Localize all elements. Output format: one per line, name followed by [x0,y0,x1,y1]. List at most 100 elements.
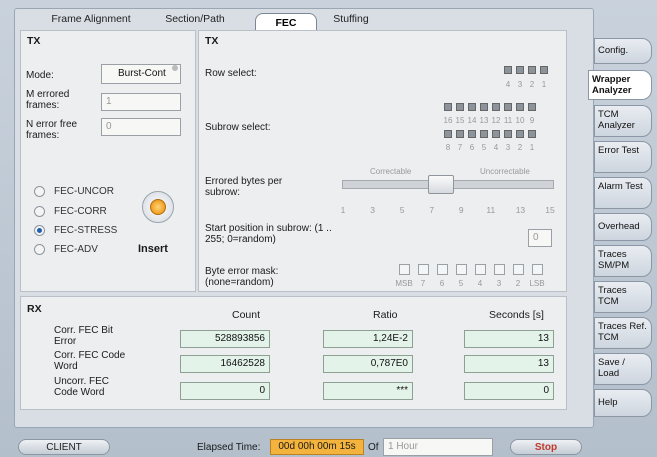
m-errored-input[interactable]: 1 [101,93,181,111]
row-select-label: Row select: [205,68,257,79]
subrow-select-led[interactable] [468,130,476,138]
subrow-select-led[interactable] [504,130,512,138]
subrow-select-led[interactable] [516,130,524,138]
tab-frame-alignment[interactable]: Frame Alignment [36,10,146,28]
slider-tick-label: 13 [515,205,526,215]
mode-label: Mode: [26,70,54,81]
subrow-select-led[interactable] [492,130,500,138]
sidebar-item-alarm-test[interactable]: Alarm Test [594,177,652,209]
tab-stuffing[interactable]: Stuffing [326,10,376,28]
rx-seconds-cell: 13 [464,355,554,373]
subrow-select-led[interactable] [480,130,488,138]
subrow-select-number: 2 [517,143,523,152]
rx-ratio-cell: 0,787E0 [323,355,413,373]
radio-fec-uncor-label: FEC-UNCOR [54,186,114,197]
row-select-number: 2 [529,80,535,89]
rx-ratio-cell: 1,24E-2 [323,330,413,348]
mode-dropdown[interactable]: Burst-Cont [101,64,181,84]
rx-seconds-cell: 13 [464,330,554,348]
subrow-select-led[interactable] [516,103,524,111]
insert-button[interactable] [142,191,174,223]
subrow-select-led[interactable] [528,130,536,138]
slider-tick-label: 15 [545,205,555,215]
byte-error-mask-label: Byte error mask: (none=random) [205,266,279,288]
rx-ratio-cell: *** [323,382,413,400]
row-select-led[interactable] [528,66,536,74]
radio-fec-stress[interactable] [34,225,45,236]
subrow-select-number: 3 [505,143,511,152]
sidebar-item-traces-smpm[interactable]: Traces SM/PM [594,245,652,277]
radio-fec-adv[interactable] [34,244,45,255]
byte-mask-checkbox[interactable] [418,264,429,275]
col-ratio-header: Ratio [373,309,398,321]
uncorrectable-label: Uncorrectable [480,167,530,176]
sidebar-item-traces-tcm[interactable]: Traces TCM [594,281,652,313]
client-button[interactable]: CLIENT [18,439,110,455]
row-select-led[interactable] [516,66,524,74]
subrow-select-led[interactable] [528,103,536,111]
errored-bytes-label: Errored bytes per subrow: [205,176,283,198]
sidebar-item-tcm-analyzer[interactable]: TCM Analyzer [594,105,652,137]
row-select-led[interactable] [540,66,548,74]
subrow-select-number: 10 [515,116,525,125]
duration-field[interactable]: 1 Hour [383,438,493,456]
subrow-select-number: 14 [467,116,477,125]
byte-mask-checkbox[interactable] [475,264,486,275]
rx-row-label: Corr. FEC Bit Error [54,325,113,347]
byte-mask-checkbox[interactable] [437,264,448,275]
rx-title: RX [27,303,42,315]
byte-mask-checkbox[interactable] [494,264,505,275]
radio-fec-corr[interactable] [34,206,45,217]
subrow-select-led[interactable] [456,130,464,138]
subrow-select-led[interactable] [468,103,476,111]
sidebar-item-error-test[interactable]: Error Test [594,141,652,173]
subrow-select-led[interactable] [444,130,452,138]
sidebar-item-save-load[interactable]: Save / Load [594,353,652,385]
subrow-select-number: 15 [455,116,465,125]
subrow-select-number: 4 [493,143,499,152]
subrow-select-led[interactable] [504,103,512,111]
rx-row-label: Uncorr. FEC Code Word [54,376,110,398]
sidebar-item-wrapper-analyzer[interactable]: Wrapper Analyzer [588,70,652,100]
slider-tick-label: 3 [370,205,375,215]
subrow-select-label: Subrow select: [205,122,271,133]
subrow-select-number: 7 [457,143,463,152]
stop-button[interactable]: Stop [510,439,582,455]
row-select-led[interactable] [504,66,512,74]
sidebar-item-help[interactable]: Help [594,389,652,417]
rx-count-cell: 16462528 [180,355,270,373]
tab-section-path[interactable]: Section/Path [150,10,240,28]
dropdown-indicator-icon [172,65,178,71]
subrow-select-number: 8 [445,143,451,152]
sidebar-item-traces-ref-tcm[interactable]: Traces Ref. TCM [594,317,652,349]
subrow-select-led[interactable] [492,103,500,111]
slider-tick-label: 7 [429,205,435,215]
rx-seconds-cell: 0 [464,382,554,400]
byte-mask-checkbox[interactable] [456,264,467,275]
elapsed-time-label: Elapsed Time: [197,442,261,453]
n-errorfree-input[interactable]: 0 [101,118,181,136]
byte-mask-checkbox[interactable] [513,264,524,275]
tab-fec[interactable]: FEC [255,13,317,31]
row-select-number: 4 [505,80,511,89]
errored-bytes-slider-thumb[interactable] [427,175,454,194]
slider-tick-label: 1 [340,205,346,215]
subrow-select-number: 13 [479,116,489,125]
byte-mask-checkbox[interactable] [399,264,410,275]
start-position-label: Start position in subrow: (1 .. 255; 0=r… [205,223,332,245]
n-errorfree-label: N error free frames: [26,119,78,141]
subrow-select-number: 1 [529,143,535,152]
tx-right-title: TX [205,35,219,47]
subrow-select-number: 9 [529,116,535,125]
insert-knob-icon [150,199,166,215]
subrow-select-led[interactable] [480,103,488,111]
start-position-input[interactable]: 0 [528,229,552,247]
sidebar-item-overhead[interactable]: Overhead [594,213,652,241]
byte-mask-checkbox[interactable] [532,264,543,275]
subrow-select-led[interactable] [444,103,452,111]
rx-count-cell: 528893856 [180,330,270,348]
subrow-select-led[interactable] [456,103,464,111]
byte-mask-label: LSB [529,279,545,288]
sidebar-item-config[interactable]: Config. [594,38,652,64]
radio-fec-uncor[interactable] [34,186,45,197]
